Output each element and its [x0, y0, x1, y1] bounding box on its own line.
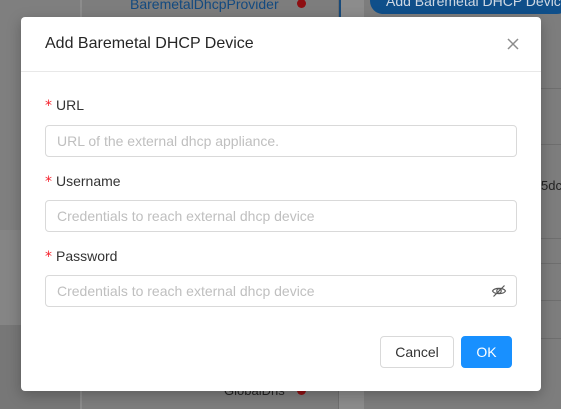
background-divider — [339, 0, 341, 18]
background-provider-label: BaremetalDhcpProvider — [130, 0, 279, 12]
add-dhcp-device-dialog: Add Baremetal DHCP Device *URL *Username… — [21, 17, 541, 391]
background-partial-text: 5dc — [541, 178, 561, 193]
username-input[interactable] — [45, 200, 517, 232]
close-icon[interactable] — [503, 34, 523, 54]
username-label: * Username — [45, 173, 121, 190]
password-label: * Password — [45, 248, 118, 265]
ok-button[interactable]: OK — [461, 336, 512, 368]
password-input[interactable] — [45, 275, 517, 307]
url-label: * URL — [45, 97, 85, 114]
eye-invisible-icon[interactable] — [491, 283, 507, 299]
required-mark: * — [45, 249, 52, 265]
required-mark: * — [45, 98, 52, 114]
background-add-device-button: Add Baremetal DHCP Device — [370, 0, 561, 14]
dialog-header: Add Baremetal DHCP Device — [21, 17, 541, 72]
cancel-button[interactable]: Cancel — [380, 336, 454, 368]
required-mark: * — [45, 174, 52, 190]
url-input[interactable] — [45, 125, 517, 157]
dialog-title: Add Baremetal DHCP Device — [45, 35, 254, 52]
